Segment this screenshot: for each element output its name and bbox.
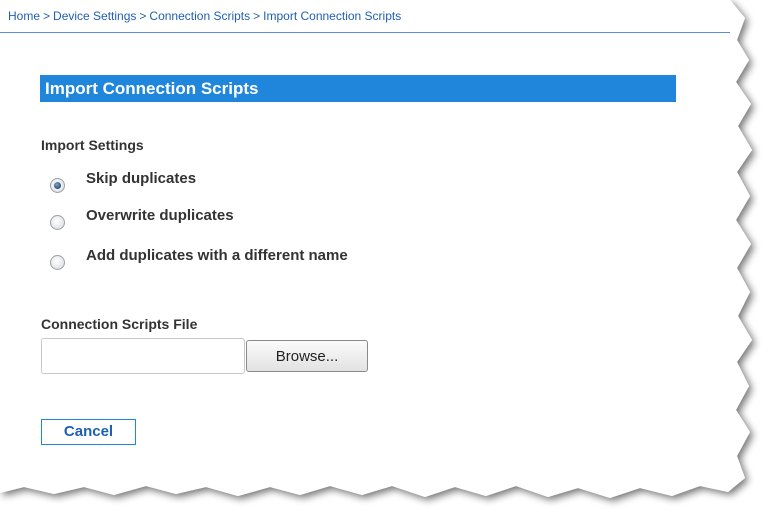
breadcrumb-device-settings-link[interactable]: Device Settings [53,9,136,23]
cancel-button[interactable]: Cancel [41,419,136,445]
radio-button[interactable] [50,215,65,230]
radio-label: Add duplicates with a different name [86,247,348,264]
radio-label: Overwrite duplicates [86,207,234,224]
radio-button-checked[interactable] [50,178,65,193]
import-settings-label: Import Settings [41,137,144,153]
breadcrumb-home-link[interactable]: Home [8,9,40,23]
browse-button[interactable]: Browse... [246,340,368,372]
breadcrumb-separator: > [43,9,51,23]
radio-skip-duplicates[interactable]: Skip duplicates [50,170,196,193]
breadcrumb-current: Import Connection Scripts [263,9,402,23]
connection-scripts-file-label: Connection Scripts File [41,316,198,332]
radio-button[interactable] [50,255,65,270]
breadcrumb: Home > Device Settings > Connection Scripts >… [8,9,401,23]
file-path-input[interactable] [41,338,245,374]
page-title: Import Connection Scripts [40,75,676,102]
radio-add-duplicates-different-name[interactable]: Add duplicates with a different name [50,247,348,270]
radio-label: Skip duplicates [86,170,197,187]
breadcrumb-connection-scripts-link[interactable]: Connection Scripts [149,9,250,23]
radio-overwrite-duplicates[interactable]: Overwrite duplicates [50,207,234,230]
breadcrumb-separator: > [139,9,147,23]
breadcrumb-divider [0,32,730,33]
breadcrumb-separator: > [253,9,261,23]
